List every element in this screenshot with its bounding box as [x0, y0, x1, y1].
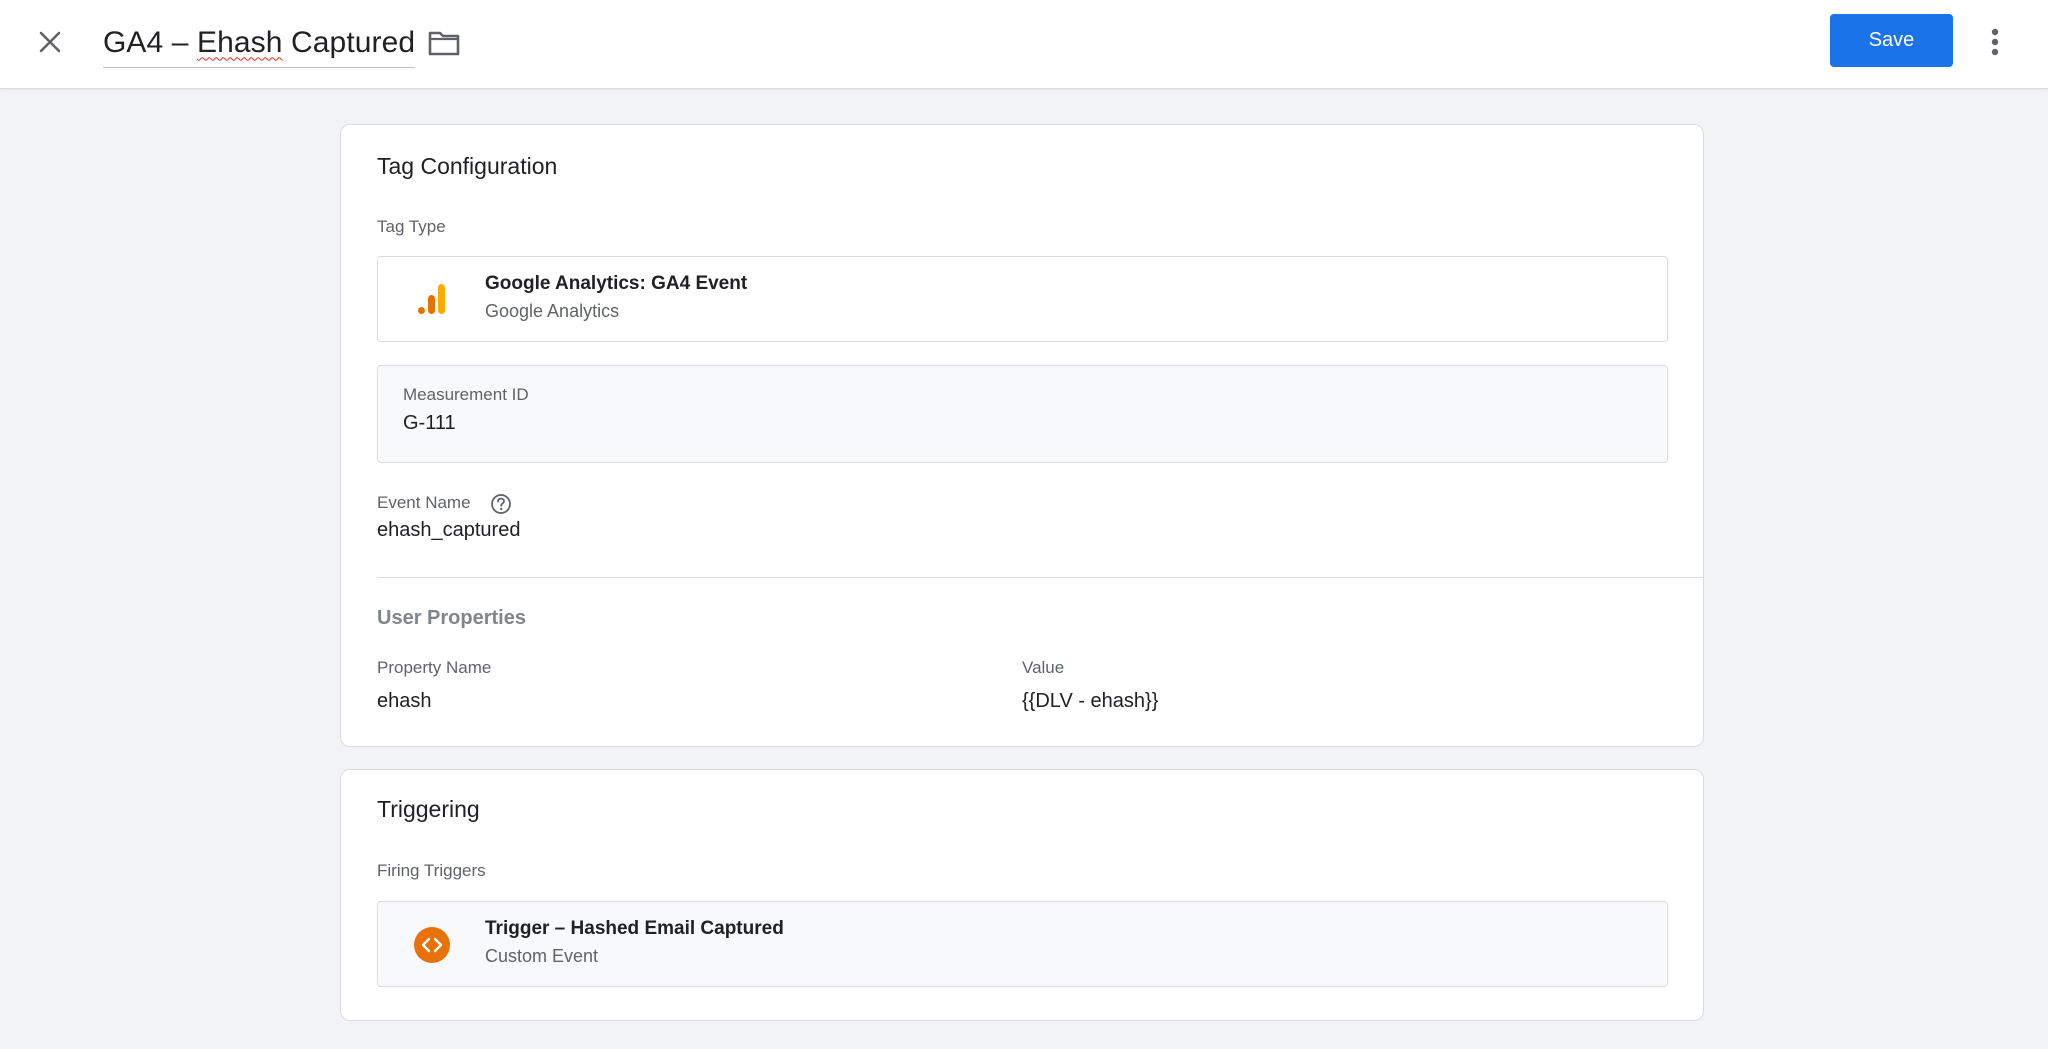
more-options-button[interactable]	[1978, 20, 2012, 64]
tag-type-name: Google Analytics: GA4 Event	[485, 273, 748, 294]
tag-configuration-title: Tag Configuration	[377, 153, 558, 179]
user-properties-title: User Properties	[377, 607, 526, 629]
tag-type-row[interactable]: Google Analytics: GA4 Event Google Analy…	[377, 256, 1668, 342]
measurement-id-label: Measurement ID	[403, 385, 529, 404]
measurement-id-field[interactable]: Measurement ID G-111	[377, 365, 1668, 463]
close-icon	[39, 31, 61, 53]
tag-type-provider: Google Analytics	[485, 301, 620, 321]
folder-icon	[428, 31, 460, 56]
property-value-label: Value	[1022, 658, 1065, 677]
user-property-value: {{DLV - ehash}}	[1022, 690, 1159, 712]
event-name-value: ehash_captured	[377, 519, 521, 541]
more-vert-icon	[1991, 28, 1999, 56]
folder-button[interactable]	[426, 26, 462, 60]
firing-triggers-label: Firing Triggers	[377, 861, 486, 880]
property-name-label: Property Name	[377, 658, 492, 677]
event-name-label: Event Name	[377, 493, 471, 512]
section-divider	[377, 577, 1703, 578]
triggering-card[interactable]: Triggering Firing Triggers Trigger – Has…	[340, 769, 1704, 1021]
trigger-name: Trigger – Hashed Email Captured	[485, 918, 784, 939]
close-button[interactable]	[30, 22, 70, 62]
tag-configuration-card[interactable]: Tag Configuration Tag Type Google Analyt…	[340, 124, 1704, 747]
user-property-name: ehash	[377, 690, 432, 712]
trigger-type: Custom Event	[485, 946, 599, 966]
tag-name-misspelled-word: Ehash	[196, 25, 283, 59]
custom-event-icon	[414, 927, 450, 963]
google-analytics-icon	[414, 281, 450, 317]
tag-name: GA4 – Ehash Captured	[103, 25, 416, 59]
help-icon[interactable]	[490, 493, 512, 515]
save-button[interactable]: Save	[1830, 14, 1953, 67]
triggering-title: Triggering	[377, 796, 480, 822]
tag-type-label: Tag Type	[377, 217, 446, 236]
trigger-row[interactable]: Trigger – Hashed Email Captured Custom E…	[377, 901, 1668, 987]
editor-header: GA4 – Ehash Captured Save	[0, 0, 2048, 89]
measurement-id-value: G-111	[403, 412, 456, 434]
tag-name-field[interactable]: GA4 – Ehash Captured	[103, 18, 416, 68]
